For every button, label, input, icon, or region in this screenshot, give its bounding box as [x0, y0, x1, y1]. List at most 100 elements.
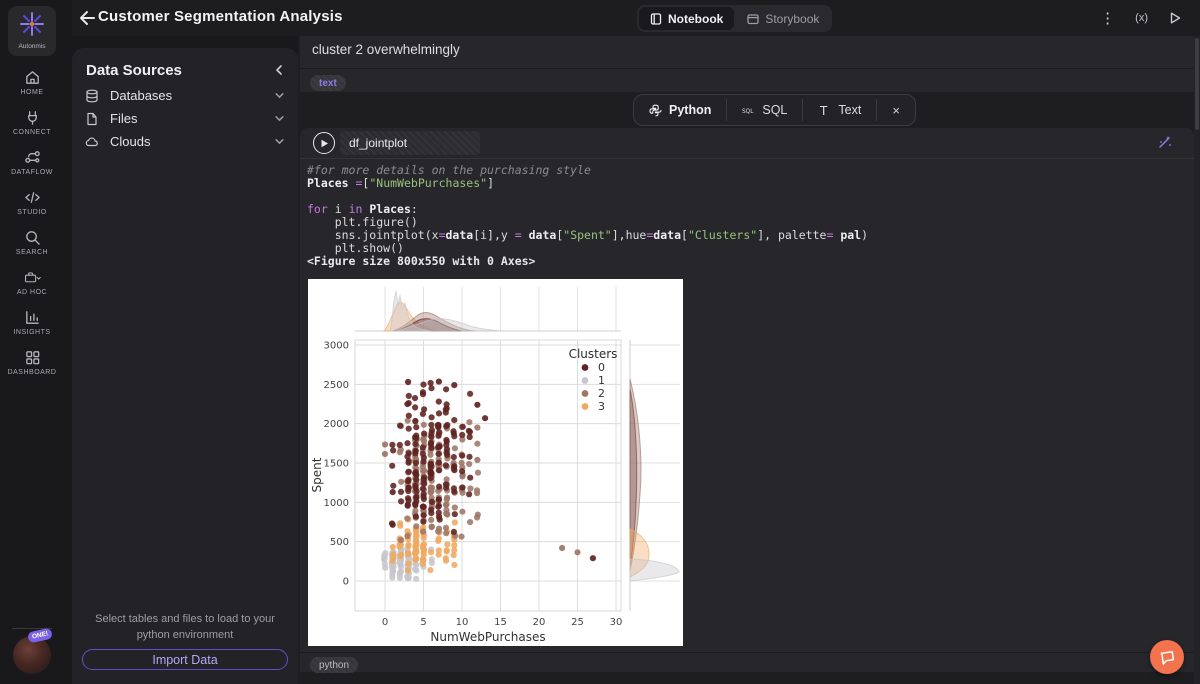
- chevron-down-icon[interactable]: [274, 113, 285, 124]
- cell-name-input[interactable]: df_jointplot: [340, 131, 480, 155]
- tab-notebook-label: Notebook: [668, 11, 724, 26]
- sidebar-item-dataflow[interactable]: DATAFLOW: [0, 142, 64, 182]
- sidebar-item-search[interactable]: SEARCH: [0, 222, 64, 262]
- svg-text:500: 500: [330, 537, 349, 548]
- data-sources-panel: Data Sources Databases Files Clouds Sele…: [72, 48, 298, 684]
- dataflow-icon: [24, 150, 40, 163]
- logo-text: Autonmis: [18, 43, 46, 50]
- nav-label: INSIGHTS: [13, 328, 51, 336]
- panel-title: Data Sources: [86, 62, 182, 79]
- cell-type-badge-text[interactable]: text: [310, 75, 346, 91]
- scrollbar-track[interactable]: [1194, 36, 1200, 684]
- y-axis-label: Spent: [310, 457, 324, 492]
- autonmis-logo-icon: [20, 12, 44, 36]
- chevron-down-icon[interactable]: [274, 90, 285, 101]
- scrollbar-thumb[interactable]: [1195, 38, 1199, 130]
- jointplot-figure: 0 5 10 15 20 25 30 0 500 1000 1500 2000 2500 3000 Num…: [308, 279, 683, 646]
- chat-support-button[interactable]: [1150, 640, 1184, 674]
- top-marginal-kde: [382, 290, 504, 332]
- x-axis-label: NumWebPurchases: [430, 630, 545, 644]
- nav-label: DATAFLOW: [11, 168, 53, 176]
- nav-label: STUDIO: [17, 208, 47, 216]
- svg-text:0: 0: [343, 577, 349, 588]
- svg-text:2000: 2000: [324, 419, 349, 430]
- cell-divider: [300, 652, 1194, 653]
- chevron-down-icon[interactable]: [274, 136, 285, 147]
- source-row-files[interactable]: Files: [72, 107, 298, 130]
- run-all-icon[interactable]: [1168, 11, 1182, 25]
- left-rail: Autonmis HOME CONNECT DATAFLOW STUDIO SE…: [0, 0, 72, 684]
- source-label: Databases: [110, 88, 173, 103]
- source-label: Clouds: [110, 134, 151, 149]
- code-editor[interactable]: #for more details on the purchasing styl…: [307, 164, 868, 255]
- right-marginal-kde: [629, 378, 680, 582]
- chart-legend: Clusters0123: [569, 347, 618, 413]
- nav-label: DASHBOARD: [7, 368, 57, 376]
- svg-text:30: 30: [610, 617, 623, 628]
- tab-notebook[interactable]: Notebook: [639, 7, 735, 30]
- briefcase-chevron-icon: [24, 271, 41, 282]
- text-cell-content[interactable]: cluster 2 overwhelmingly: [312, 42, 460, 57]
- magic-wand-icon[interactable]: [1156, 133, 1174, 151]
- panel-helper-text: Select tables and files to load to your …: [95, 613, 275, 641]
- app-logo[interactable]: Autonmis: [8, 6, 56, 56]
- svg-text:10: 10: [456, 617, 469, 628]
- svg-text:Clusters: Clusters: [569, 347, 618, 361]
- variables-icon[interactable]: (x): [1135, 12, 1148, 24]
- svg-text:3: 3: [598, 400, 605, 413]
- source-row-clouds[interactable]: Clouds: [72, 130, 298, 153]
- text-button-label: Text: [838, 103, 862, 117]
- code-icon: [24, 191, 40, 203]
- kebab-menu-icon[interactable]: ⋮: [1100, 9, 1115, 27]
- sidebar-item-dashboard[interactable]: DASHBOARD: [0, 342, 64, 382]
- nav-label: HOME: [20, 88, 44, 96]
- text-cell[interactable]: cluster 2 overwhelmingly text: [300, 36, 1194, 92]
- page-title: Customer Segmentation Analysis: [98, 8, 343, 25]
- sidebar-item-studio[interactable]: STUDIO: [0, 182, 64, 222]
- sidebar-item-insights[interactable]: INSIGHTS: [0, 302, 64, 342]
- tab-storybook[interactable]: Storybook: [736, 7, 830, 30]
- svg-text:2: 2: [598, 387, 605, 400]
- source-label: Files: [110, 111, 138, 126]
- search-icon: [25, 230, 40, 245]
- add-sql-cell-button[interactable]: SQL SQL: [727, 95, 802, 125]
- close-toolbar-button[interactable]: ×: [877, 95, 915, 125]
- add-text-cell-button[interactable]: T Text: [803, 95, 876, 125]
- cell-divider: [300, 158, 1194, 159]
- database-icon: [86, 89, 98, 102]
- sidebar-item-adhoc[interactable]: AD HOC: [0, 262, 64, 302]
- svg-text:2500: 2500: [324, 380, 349, 391]
- sidebar-item-connect[interactable]: CONNECT: [0, 102, 64, 142]
- nav-label: AD HOC: [16, 288, 48, 296]
- svg-text:3000: 3000: [324, 340, 349, 351]
- source-row-databases[interactable]: Databases: [72, 84, 298, 107]
- collapse-panel-icon[interactable]: [272, 63, 286, 77]
- svg-text:SQL: SQL: [742, 109, 754, 115]
- svg-text:25: 25: [571, 617, 584, 628]
- svg-text:1: 1: [598, 374, 605, 387]
- top-header: Customer Segmentation Analysis Notebook …: [64, 0, 1200, 36]
- run-cell-button[interactable]: [313, 132, 335, 154]
- scatter-points: [381, 378, 596, 582]
- storybook-icon: [747, 13, 759, 24]
- back-arrow-icon[interactable]: [76, 8, 96, 28]
- import-data-button[interactable]: Import Data: [82, 649, 288, 670]
- home-icon: [25, 70, 39, 84]
- code-cell-header: df_jointplot: [300, 128, 1194, 158]
- cell-type-badge-python[interactable]: python: [310, 657, 359, 673]
- avatar-badge: ONE!: [27, 627, 54, 644]
- nav-label: CONNECT: [12, 128, 52, 136]
- svg-text:0: 0: [382, 617, 388, 628]
- svg-text:1500: 1500: [324, 458, 349, 469]
- sidebar-item-home[interactable]: HOME: [0, 62, 64, 102]
- bar-chart-icon: [25, 310, 39, 324]
- python-code-cell[interactable]: df_jointplot #for more details on the pu…: [300, 128, 1194, 673]
- play-icon: [321, 139, 328, 147]
- svg-text:0: 0: [598, 361, 605, 374]
- cell-output-text: <Figure size 800x550 with 0 Axes>: [307, 254, 536, 268]
- add-python-cell-button[interactable]: Python: [634, 95, 726, 125]
- sql-icon: SQL: [742, 109, 754, 115]
- notebook-icon: [650, 12, 662, 25]
- chat-bubble-icon: [1160, 650, 1174, 665]
- python-icon: [649, 104, 662, 116]
